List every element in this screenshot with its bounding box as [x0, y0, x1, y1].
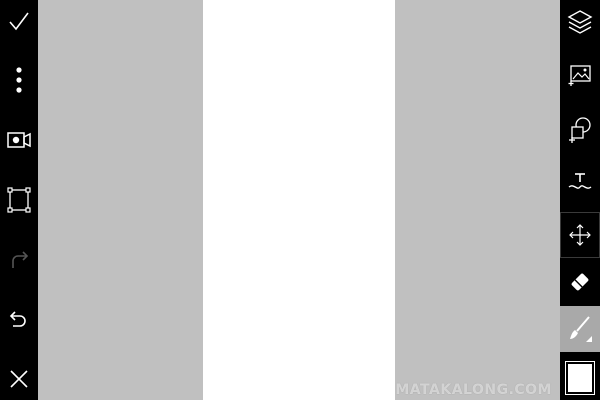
crop-frame-icon [7, 187, 31, 213]
redo-button[interactable] [0, 241, 38, 279]
text-tool-button[interactable] [560, 160, 600, 204]
layers-icon [567, 10, 593, 34]
text-icon [568, 173, 592, 189]
drawing-app: MATAKALONG.COM [0, 0, 600, 400]
canvas-gray-column-left [38, 0, 203, 400]
layers-button[interactable] [560, 0, 600, 44]
add-image-icon [568, 65, 591, 86]
eraser-icon [571, 273, 589, 291]
close-icon [10, 370, 28, 388]
left-toolbar [0, 0, 38, 400]
color-picker-button[interactable] [560, 356, 600, 400]
canvas-gray-column-right [395, 0, 560, 400]
move-icon [569, 224, 591, 246]
redo-icon [12, 251, 29, 268]
more-options-button[interactable] [0, 61, 38, 99]
more-vertical-icon [16, 67, 22, 93]
current-color-swatch [565, 361, 595, 395]
confirm-button[interactable] [0, 3, 38, 41]
right-toolbar [560, 0, 600, 400]
add-shape-button[interactable] [560, 108, 600, 152]
eraser-tool-button[interactable] [560, 260, 600, 304]
undo-button[interactable] [0, 301, 38, 339]
check-icon [9, 12, 29, 31]
close-button[interactable] [0, 360, 38, 398]
move-tool-button[interactable] [560, 212, 600, 258]
brush-icon [570, 316, 592, 342]
record-video-button[interactable] [0, 121, 38, 159]
video-record-icon [7, 132, 31, 148]
canvas-frame-button[interactable] [0, 181, 38, 219]
brush-tool-button[interactable] [560, 306, 600, 352]
drawing-canvas[interactable] [38, 0, 560, 400]
add-image-button[interactable] [560, 53, 600, 97]
add-shape-icon [569, 117, 591, 143]
canvas-white-column [203, 0, 395, 400]
undo-icon [9, 311, 26, 327]
